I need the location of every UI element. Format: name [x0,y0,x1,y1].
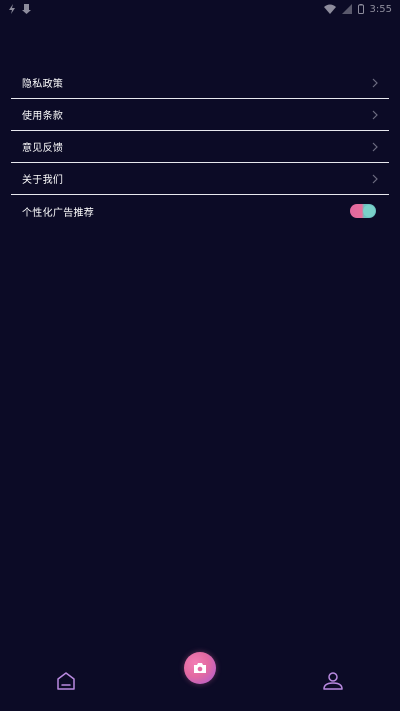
menu-item-about-us[interactable]: 关于我们 [11,163,389,195]
signal-icon [341,4,352,14]
toggle-knob [363,205,375,217]
menu-item-label: 关于我们 [22,175,64,186]
status-time: 3:55 [369,3,392,15]
profile-icon [322,672,344,695]
tab-home[interactable] [56,671,76,695]
home-icon [56,672,76,695]
download-icon [22,4,31,14]
chevron-right-icon [372,142,378,152]
camera-button[interactable] [184,652,216,684]
menu-item-privacy-policy[interactable]: 隐私政策 [11,67,389,99]
menu-item-feedback[interactable]: 意见反馈 [11,131,389,163]
bottom-tab-bar [0,651,400,711]
chevron-right-icon [372,110,378,120]
menu-item-label: 个性化广告推荐 [22,207,95,219]
status-right: 3:55 [323,3,392,15]
signal-bolt-icon [8,4,16,14]
chevron-right-icon [372,78,378,88]
menu-item-label: 使用条款 [22,111,64,122]
tab-profile[interactable] [322,671,344,695]
settings-menu: 隐私政策 使用条款 意见反馈 关于我们 个性化广告推荐 [11,67,389,227]
camera-icon [193,659,207,678]
wifi-icon [323,4,336,14]
status-left [8,4,31,14]
menu-item-label: 意见反馈 [22,143,64,154]
battery-icon [357,4,364,14]
personalized-ads-toggle[interactable] [350,204,376,218]
menu-item-personalized-ads: 个性化广告推荐 [11,195,389,227]
chevron-right-icon [372,174,378,184]
menu-item-label: 隐私政策 [22,79,64,90]
menu-item-terms-of-use[interactable]: 使用条款 [11,99,389,131]
status-bar: 3:55 [0,0,400,18]
